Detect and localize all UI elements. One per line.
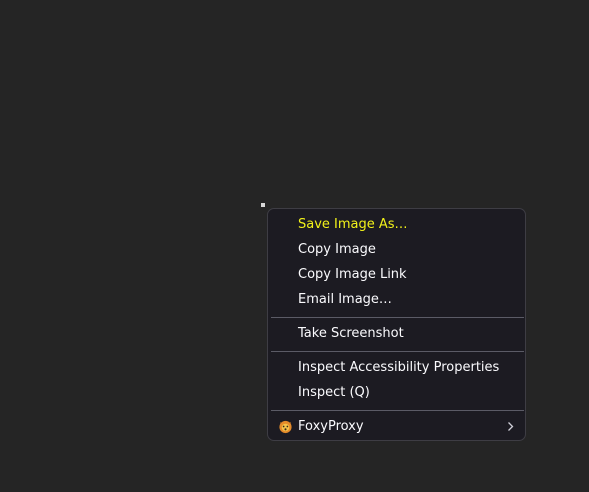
menu-item-label: Email Image… <box>298 292 392 307</box>
menu-item-label: FoxyProxy <box>298 419 364 434</box>
menu-item-copy-image[interactable]: Copy Image <box>268 237 525 262</box>
menu-item-save-image-as[interactable]: Save Image As… <box>268 212 525 237</box>
menu-separator <box>271 410 524 411</box>
menu-item-email-image[interactable]: Email Image… <box>268 287 525 312</box>
menu-item-label: Take Screenshot <box>298 326 404 341</box>
chevron-right-icon <box>508 422 514 431</box>
menu-separator <box>271 351 524 352</box>
menu-item-label: Copy Image <box>298 242 376 257</box>
context-menu: Save Image As… Copy Image Copy Image Lin… <box>267 208 526 441</box>
menu-item-label: Inspect (Q) <box>298 385 370 400</box>
menu-item-take-screenshot[interactable]: Take Screenshot <box>268 321 525 346</box>
foxyproxy-icon <box>279 420 292 434</box>
menu-item-label: Inspect Accessibility Properties <box>298 360 500 375</box>
menu-item-label: Save Image As… <box>298 217 408 232</box>
menu-item-foxyproxy[interactable]: FoxyProxy <box>268 414 525 439</box>
menu-item-inspect[interactable]: Inspect (Q) <box>268 380 525 405</box>
mouse-cursor-dot <box>261 203 265 207</box>
menu-item-inspect-accessibility[interactable]: Inspect Accessibility Properties <box>268 355 525 380</box>
menu-separator <box>271 317 524 318</box>
menu-item-label: Copy Image Link <box>298 267 407 282</box>
menu-item-copy-image-link[interactable]: Copy Image Link <box>268 262 525 287</box>
